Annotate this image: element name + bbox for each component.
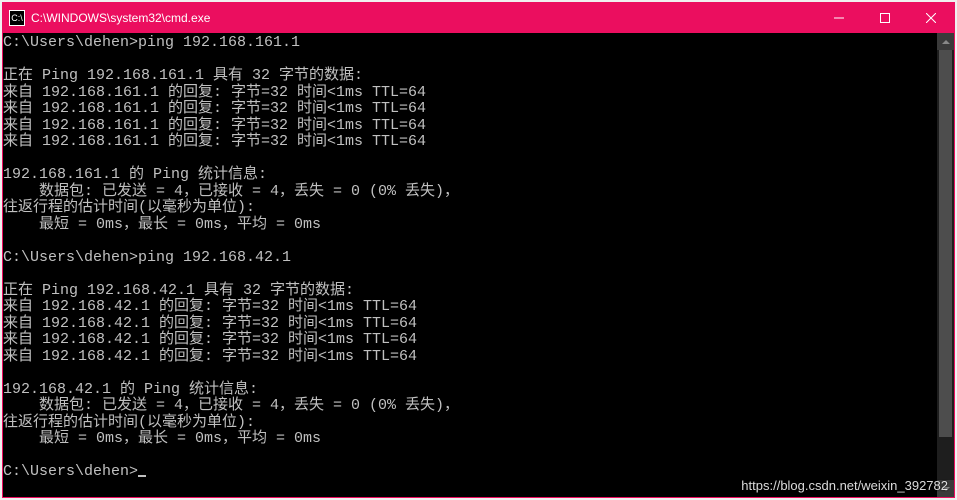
prompt: C:\Users\dehen> bbox=[3, 34, 138, 51]
prompt: C:\Users\dehen> bbox=[3, 249, 138, 266]
output-line: 最短 = 0ms，最长 = 0ms，平均 = 0ms bbox=[3, 430, 321, 447]
window-title: C:\WINDOWS\system32\cmd.exe bbox=[31, 11, 210, 25]
output-line: 来自 192.168.42.1 的回复: 字节=32 时间<1ms TTL=64 bbox=[3, 315, 417, 332]
titlebar[interactable]: C:\ C:\WINDOWS\system32\cmd.exe bbox=[3, 3, 954, 33]
output-line: 数据包: 已发送 = 4，已接收 = 4，丢失 = 0 (0% 丢失)， bbox=[3, 397, 459, 414]
scroll-up-button[interactable] bbox=[937, 33, 954, 50]
command-text: ping 192.168.161.1 bbox=[138, 34, 300, 51]
maximize-button[interactable] bbox=[862, 3, 908, 33]
output-line: 往返行程的估计时间(以毫秒为单位): bbox=[3, 199, 255, 216]
close-icon bbox=[926, 13, 936, 23]
maximize-icon bbox=[880, 13, 890, 23]
close-button[interactable] bbox=[908, 3, 954, 33]
output-line: 数据包: 已发送 = 4，已接收 = 4，丢失 = 0 (0% 丢失)， bbox=[3, 183, 459, 200]
output-line: 来自 192.168.161.1 的回复: 字节=32 时间<1ms TTL=6… bbox=[3, 133, 426, 150]
minimize-button[interactable] bbox=[816, 3, 862, 33]
command-text: ping 192.168.42.1 bbox=[138, 249, 291, 266]
output-line: 来自 192.168.161.1 的回复: 字节=32 时间<1ms TTL=6… bbox=[3, 84, 426, 101]
chevron-up-icon bbox=[942, 40, 950, 44]
cursor bbox=[138, 475, 146, 477]
output-line: 来自 192.168.42.1 的回复: 字节=32 时间<1ms TTL=64 bbox=[3, 348, 417, 365]
cmd-icon: C:\ bbox=[9, 10, 25, 26]
watermark-text: https://blog.csdn.net/weixin_392782 bbox=[741, 478, 948, 493]
output-line: 192.168.42.1 的 Ping 统计信息: bbox=[3, 381, 258, 398]
cmd-window: C:\ C:\WINDOWS\system32\cmd.exe C:\Users… bbox=[2, 2, 955, 498]
terminal-body[interactable]: C:\Users\dehen>ping 192.168.161.1 正在 Pin… bbox=[3, 33, 954, 497]
scroll-track[interactable] bbox=[937, 50, 954, 480]
output-line: 来自 192.168.42.1 的回复: 字节=32 时间<1ms TTL=64 bbox=[3, 298, 417, 315]
output-line: 来自 192.168.42.1 的回复: 字节=32 时间<1ms TTL=64 bbox=[3, 331, 417, 348]
output-line: 正在 Ping 192.168.42.1 具有 32 字节的数据: bbox=[3, 282, 354, 299]
output-line: 最短 = 0ms，最长 = 0ms，平均 = 0ms bbox=[3, 216, 321, 233]
output-line: 来自 192.168.161.1 的回复: 字节=32 时间<1ms TTL=6… bbox=[3, 100, 426, 117]
terminal-content[interactable]: C:\Users\dehen>ping 192.168.161.1 正在 Pin… bbox=[3, 33, 937, 497]
vertical-scrollbar[interactable] bbox=[937, 33, 954, 497]
output-line: 192.168.161.1 的 Ping 统计信息: bbox=[3, 166, 267, 183]
output-line: 往返行程的估计时间(以毫秒为单位): bbox=[3, 414, 255, 431]
prompt: C:\Users\dehen> bbox=[3, 463, 138, 480]
minimize-icon bbox=[834, 13, 844, 23]
output-line: 来自 192.168.161.1 的回复: 字节=32 时间<1ms TTL=6… bbox=[3, 117, 426, 134]
output-line: 正在 Ping 192.168.161.1 具有 32 字节的数据: bbox=[3, 67, 363, 84]
scroll-thumb[interactable] bbox=[939, 50, 952, 437]
